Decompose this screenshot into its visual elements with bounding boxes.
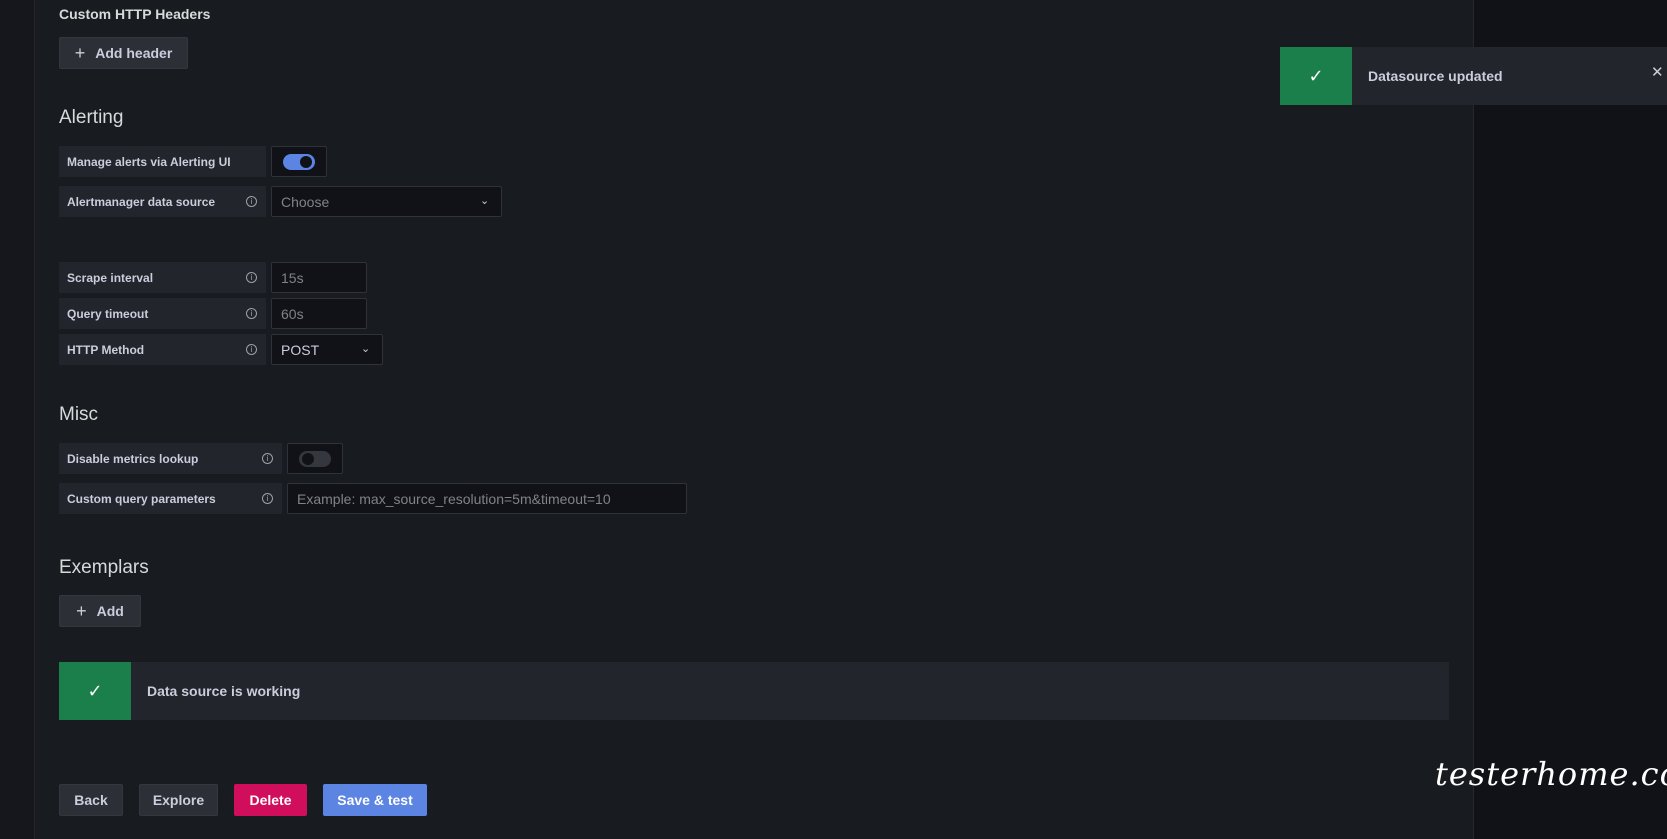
right-area: [1474, 0, 1667, 839]
add-header-label: Add header: [95, 45, 173, 61]
info-icon[interactable]: i: [262, 453, 273, 464]
info-icon[interactable]: i: [246, 308, 257, 319]
custom-query-placeholder: Example: max_source_resolution=5m&timeou…: [297, 490, 611, 507]
alertmanager-placeholder: Choose: [281, 193, 330, 210]
disable-metrics-toggle-wrap: [287, 443, 343, 474]
toggle-knob: [300, 156, 312, 168]
custom-query-input[interactable]: Example: max_source_resolution=5m&timeou…: [287, 483, 687, 514]
plus-icon: +: [76, 601, 87, 621]
info-icon[interactable]: i: [246, 344, 257, 355]
query-timeout-label: Query timeout: [67, 306, 149, 321]
http-method-value: POST: [281, 341, 320, 358]
query-timeout-input[interactable]: 60s: [271, 298, 367, 329]
manage-alerts-label-box: Manage alerts via Alerting UI: [59, 146, 266, 177]
toast-message: Datasource updated: [1368, 68, 1503, 84]
add-header-button[interactable]: + Add header: [59, 37, 188, 69]
custom-query-label: Custom query parameters: [67, 491, 216, 506]
chevron-down-icon: ⌄: [480, 194, 490, 207]
manage-alerts-label: Manage alerts via Alerting UI: [67, 154, 231, 169]
query-timeout-placeholder: 60s: [281, 305, 304, 322]
save-test-button[interactable]: Save & test: [323, 784, 427, 816]
scrape-interval-label: Scrape interval: [67, 270, 154, 285]
toast-notification: ✓ Datasource updated: [1280, 47, 1667, 105]
status-alert: ✓ Data source is working: [59, 662, 1449, 720]
info-icon[interactable]: i: [262, 493, 273, 504]
toggle-knob: [302, 453, 314, 465]
manage-alerts-toggle-wrap: [271, 146, 327, 177]
scrape-interval-label-box: Scrape interval: [59, 262, 266, 293]
delete-button[interactable]: Delete: [234, 784, 307, 816]
scrape-interval-input[interactable]: 15s: [271, 262, 367, 293]
http-method-label: HTTP Method: [67, 342, 145, 357]
check-icon: ✓: [59, 662, 131, 720]
chevron-down-icon: ⌄: [361, 342, 371, 355]
add-exemplar-button[interactable]: + Add: [59, 595, 141, 627]
query-timeout-label-box: Query timeout: [59, 298, 266, 329]
alertmanager-select[interactable]: Choose: [271, 186, 502, 217]
add-exemplar-label: Add: [96, 603, 124, 619]
manage-alerts-toggle[interactable]: [283, 154, 315, 170]
left-rail: [0, 0, 35, 839]
back-button[interactable]: Back: [59, 784, 123, 816]
plus-icon: +: [74, 43, 86, 63]
check-icon: ✓: [1280, 47, 1352, 105]
close-icon[interactable]: ✕: [1651, 63, 1664, 81]
explore-button[interactable]: Explore: [139, 784, 218, 816]
info-icon[interactable]: i: [246, 272, 257, 283]
alerting-title: Alerting: [59, 107, 124, 128]
alertmanager-label-box: Alertmanager data source: [59, 186, 266, 217]
status-message: Data source is working: [147, 683, 301, 699]
custom-query-label-box: Custom query parameters: [59, 483, 282, 514]
http-method-label-box: HTTP Method: [59, 334, 266, 365]
disable-metrics-label-box: Disable metrics lookup: [59, 443, 282, 474]
scrape-interval-placeholder: 15s: [281, 269, 304, 286]
disable-metrics-toggle[interactable]: [299, 451, 331, 467]
alertmanager-label: Alertmanager data source: [67, 194, 216, 209]
http-headers-title: Custom HTTP Headers: [59, 6, 211, 22]
watermark: testerhome.com: [1435, 755, 1667, 793]
exemplars-title: Exemplars: [59, 557, 149, 578]
info-icon[interactable]: i: [246, 196, 257, 207]
disable-metrics-label: Disable metrics lookup: [67, 451, 199, 466]
misc-title: Misc: [59, 404, 99, 425]
